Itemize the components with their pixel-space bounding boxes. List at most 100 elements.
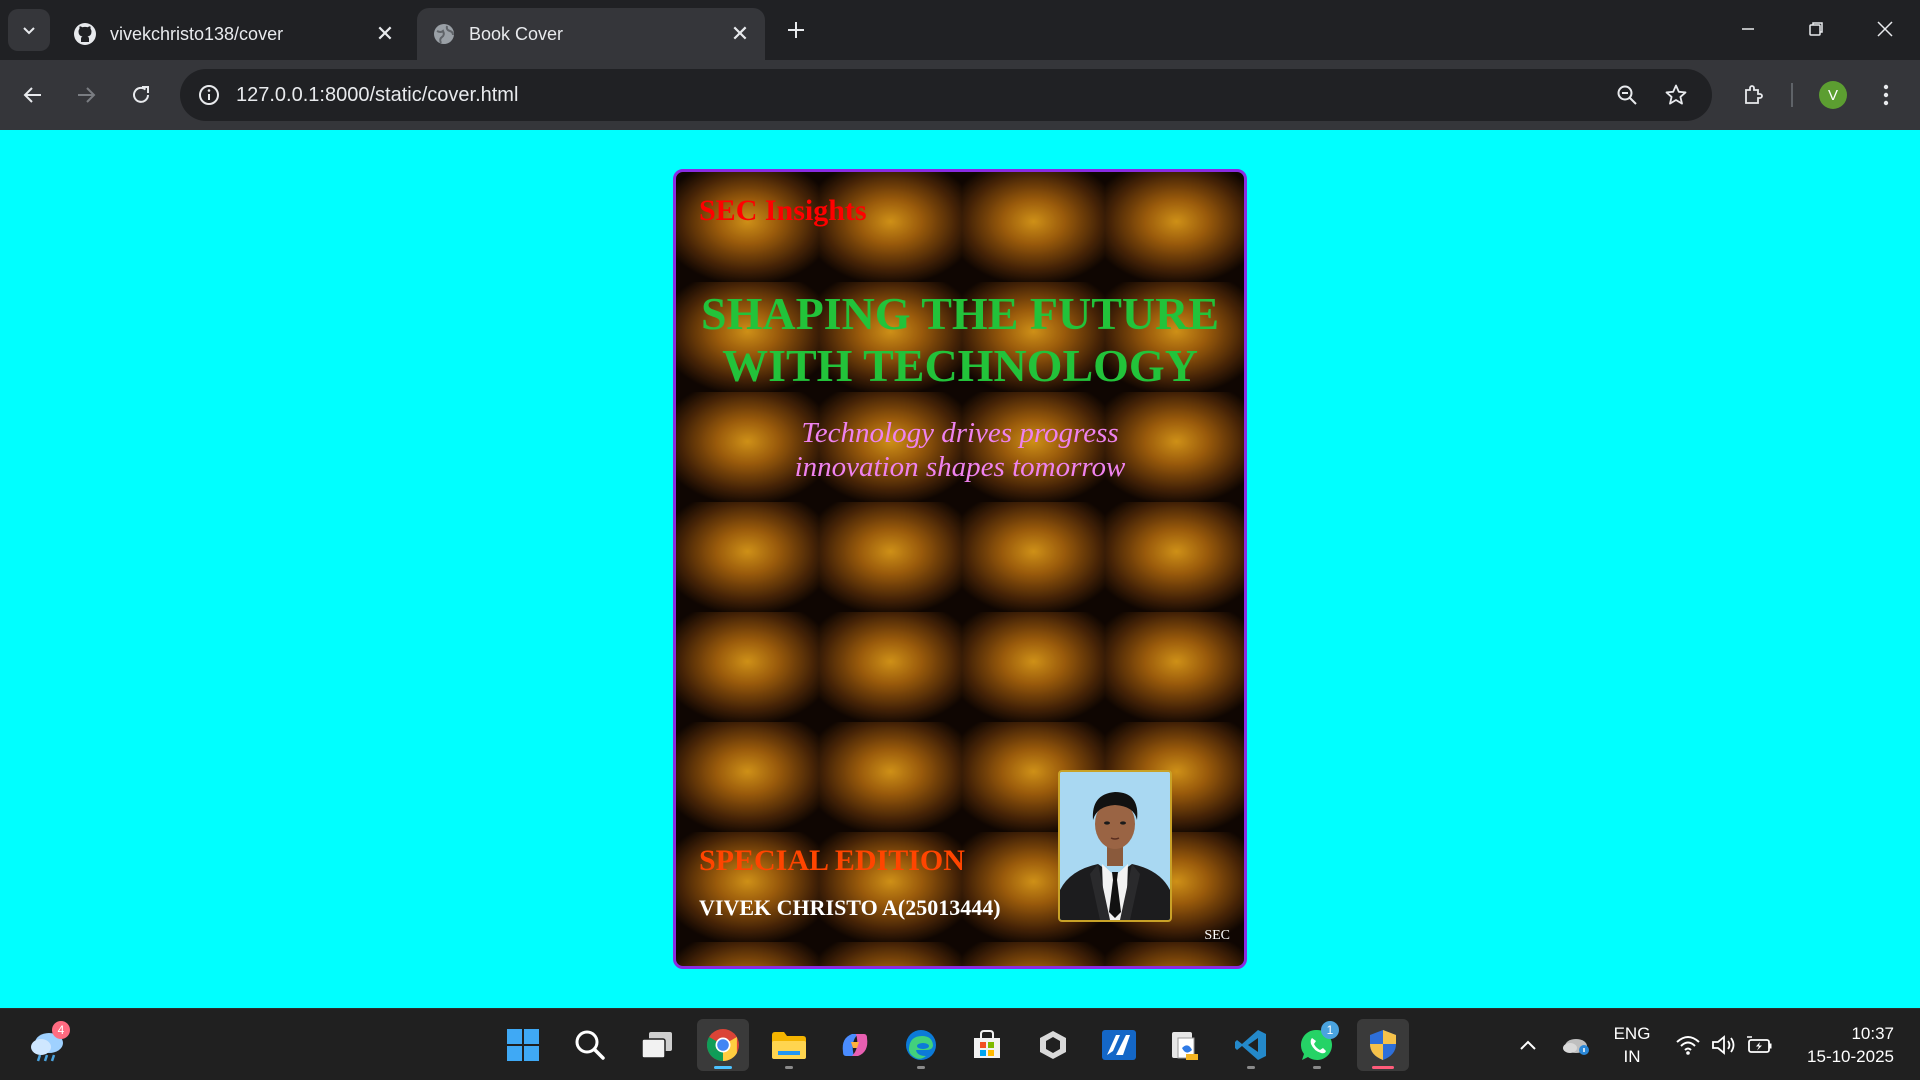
new-tab-button[interactable] [780, 14, 812, 46]
language-indicator[interactable]: ENG IN [1604, 1022, 1660, 1068]
onedrive-tray[interactable] [1558, 1009, 1594, 1080]
file-explorer-icon [772, 1032, 806, 1059]
tab-title: Book Cover [469, 23, 564, 44]
taskbar-files-app[interactable] [1159, 1019, 1211, 1071]
notification-badge: 4 [52, 1021, 70, 1039]
vscode-icon [1235, 1030, 1266, 1060]
wifi-icon [1676, 1036, 1700, 1055]
edge-icon [906, 1030, 936, 1060]
headline-line: WITH TECHNOLOGY [722, 340, 1198, 391]
chevron-down-icon [23, 27, 35, 35]
address-bar[interactable]: 127.0.0.1:8000/static/cover.html [180, 69, 1712, 121]
taskbar-whatsapp[interactable]: 1 [1291, 1019, 1343, 1071]
page-viewport: SEC Insights SHAPING THE FUTURE WITH TEC… [0, 130, 1920, 1008]
tab-github[interactable]: vivekchristo138/cover ✕ [58, 8, 410, 60]
cover-imprint: SEC Insights [699, 194, 867, 227]
url-host: 127.0.0.1 [236, 84, 320, 106]
cover-author: VIVEK CHRISTO A(25013444) [699, 895, 1001, 920]
minimize-icon [1742, 28, 1754, 30]
close-icon[interactable]: ✕ [725, 19, 755, 49]
menu-button[interactable] [1866, 75, 1906, 115]
onedrive-cloud-icon [1563, 1039, 1589, 1055]
tab-book-cover[interactable]: Book Cover ✕ [417, 8, 765, 60]
url-path: :8000/static/cover.html [319, 84, 519, 106]
copilot-icon [842, 1034, 868, 1056]
headline-line: SHAPING THE FUTURE [700, 288, 1220, 339]
bookmark-star-icon[interactable] [1659, 78, 1693, 112]
close-icon[interactable]: ✕ [370, 19, 400, 49]
avatar: V [1819, 81, 1847, 109]
weather-widget[interactable]: 4 [22, 1019, 74, 1071]
cover-tagline: Technology drives progress innovation sh… [676, 416, 1244, 484]
running-indicator [785, 1066, 793, 1069]
taskbar-edge[interactable] [895, 1019, 947, 1071]
taskbar-vscode[interactable] [1225, 1019, 1277, 1071]
files-icon [1172, 1032, 1198, 1060]
search-icon [575, 1030, 605, 1060]
restore-button[interactable] [1793, 8, 1839, 50]
chrome-icon [706, 1029, 739, 1061]
tagline-line: innovation shapes tomorrow [794, 451, 1126, 483]
azure-icon [1102, 1030, 1136, 1060]
taskbar-azure[interactable] [1093, 1019, 1145, 1071]
clock-time: 10:37 [1851, 1024, 1894, 1043]
tray-overflow-button[interactable] [1513, 1009, 1543, 1080]
tab-search-button[interactable] [8, 9, 50, 51]
windows-taskbar: 4 1 ENG IN 10:37 15-10-2025 [0, 1008, 1920, 1080]
cover-headline: SHAPING THE FUTURE WITH TECHNOLOGY [676, 288, 1244, 392]
profile-button[interactable]: V [1813, 75, 1853, 115]
close-icon [1877, 21, 1893, 37]
taskbar-file-explorer[interactable] [763, 1019, 815, 1071]
toolbar-divider [1791, 83, 1793, 107]
url-text[interactable]: 127.0.0.1:8000/static/cover.html [236, 69, 518, 121]
zoom-icon[interactable] [1610, 78, 1644, 112]
unity-icon [1040, 1031, 1066, 1059]
security-shield-icon [1370, 1030, 1396, 1060]
taskbar-unity[interactable] [1027, 1019, 1079, 1071]
taskbar-security[interactable] [1357, 1019, 1409, 1071]
forward-button[interactable] [66, 75, 106, 115]
battery-tray[interactable] [1744, 1009, 1776, 1080]
arrow-right-icon [78, 87, 96, 103]
running-indicator [1247, 1066, 1255, 1069]
plus-icon [788, 22, 804, 38]
taskbar-store[interactable] [961, 1019, 1013, 1071]
volume-tray[interactable] [1708, 1009, 1740, 1080]
task-view-icon [641, 1032, 672, 1059]
reload-icon [133, 86, 149, 103]
site-info-icon[interactable] [192, 78, 226, 112]
cover-edition: SPECIAL EDITION [699, 844, 965, 877]
task-view-button[interactable] [631, 1019, 683, 1071]
browser-toolbar: 127.0.0.1:8000/static/cover.html V [0, 60, 1920, 130]
running-indicator [714, 1066, 732, 1069]
globe-icon [431, 21, 457, 47]
restore-icon [1809, 22, 1823, 36]
system-clock[interactable]: 10:37 15-10-2025 [1790, 1022, 1894, 1068]
kebab-menu-icon [1883, 84, 1889, 106]
cover-mark: SEC [1204, 928, 1230, 943]
tab-strip: vivekchristo138/cover ✕ Book Cover ✕ [0, 0, 1920, 60]
running-indicator [1313, 1066, 1321, 1069]
running-indicator [917, 1066, 925, 1069]
battery-charging-icon [1747, 1036, 1772, 1053]
language-region: IN [1623, 1047, 1641, 1066]
github-icon [72, 21, 98, 47]
close-window-button[interactable] [1862, 8, 1908, 50]
minimize-button[interactable] [1725, 8, 1771, 50]
taskbar-chrome[interactable] [697, 1019, 749, 1071]
start-button[interactable] [497, 1019, 549, 1071]
notification-badge: 1 [1321, 1021, 1339, 1039]
tagline-line: Technology drives progress [801, 417, 1119, 449]
extensions-button[interactable] [1733, 75, 1773, 115]
tab-title: vivekchristo138/cover [110, 23, 284, 44]
back-button[interactable] [13, 75, 53, 115]
taskbar-search-button[interactable] [564, 1019, 616, 1071]
author-photo [1058, 770, 1172, 922]
reload-button[interactable] [121, 75, 161, 115]
arrow-left-icon [23, 87, 41, 103]
taskbar-copilot[interactable] [829, 1019, 881, 1071]
clock-date: 15-10-2025 [1807, 1047, 1894, 1066]
windows-start-icon [507, 1029, 539, 1061]
wifi-tray[interactable] [1672, 1009, 1704, 1080]
book-cover: SEC Insights SHAPING THE FUTURE WITH TEC… [673, 169, 1247, 969]
